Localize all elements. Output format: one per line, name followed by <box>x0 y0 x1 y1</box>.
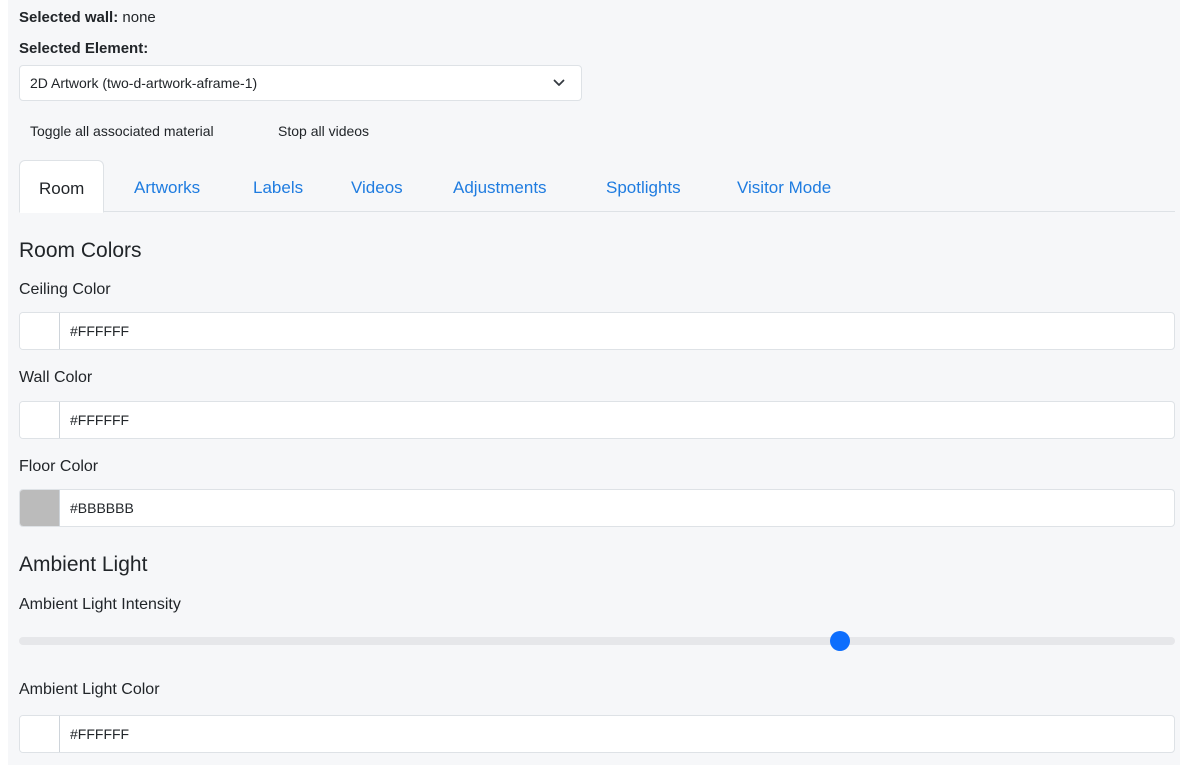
ambient-color-value[interactable]: #FFFFFF <box>70 716 129 752</box>
selected-wall-label: Selected wall: <box>19 9 119 26</box>
selected-element-label: Selected Element: <box>19 40 149 57</box>
ambient-light-heading: Ambient Light <box>19 553 148 576</box>
ceiling-color-value[interactable]: #FFFFFF <box>70 313 129 349</box>
selected-wall-info: Selected wall: none <box>19 8 156 28</box>
floor-color-value[interactable]: #BBBBBB <box>70 490 134 526</box>
wall-color-field: #FFFFFF <box>19 401 1175 439</box>
tab-room[interactable]: Room <box>19 160 105 213</box>
stop-videos-button[interactable]: Stop all videos <box>278 121 369 141</box>
tab-labels[interactable]: Labels <box>253 160 303 212</box>
ambient-color-swatch[interactable] <box>20 716 60 752</box>
selected-element-heading: Selected Element: <box>19 39 148 59</box>
ambient-intensity-slider[interactable] <box>19 631 1175 651</box>
tab-artworks[interactable]: Artworks <box>134 160 200 212</box>
tab-videos[interactable]: Videos <box>351 160 403 212</box>
selected-wall-value: none <box>122 9 156 26</box>
ambient-intensity-label: Ambient Light Intensity <box>19 596 181 613</box>
ambient-color-field: #FFFFFF <box>19 715 1175 753</box>
wall-color-swatch[interactable] <box>20 402 60 438</box>
selected-element-value: 2D Artwork (two-d-artwork-aframe-1) <box>30 75 258 91</box>
selected-element-select[interactable]: 2D Artwork (two-d-artwork-aframe-1) <box>19 65 582 101</box>
wall-color-label: Wall Color <box>19 369 93 386</box>
tab-adjustments[interactable]: Adjustments <box>453 160 547 212</box>
tab-spotlights[interactable]: Spotlights <box>606 160 681 212</box>
ceiling-color-swatch[interactable] <box>20 313 60 349</box>
ceiling-color-label: Ceiling Color <box>19 281 111 298</box>
ceiling-color-field: #FFFFFF <box>19 312 1175 350</box>
room-colors-heading: Room Colors <box>19 239 142 262</box>
wall-color-value[interactable]: #FFFFFF <box>70 402 129 438</box>
chevron-down-icon <box>553 79 565 86</box>
ambient-color-label: Ambient Light Color <box>19 681 160 698</box>
tab-visitor-mode[interactable]: Visitor Mode <box>737 160 831 212</box>
toggle-material-button[interactable]: Toggle all associated material <box>30 121 214 141</box>
floor-color-swatch[interactable] <box>20 490 60 526</box>
ambient-intensity-slider-thumb[interactable] <box>829 631 850 651</box>
floor-color-field: #BBBBBB <box>19 489 1175 527</box>
floor-color-label: Floor Color <box>19 458 99 475</box>
room-settings-panel: Selected wall: none Selected Element: 2D… <box>8 0 1180 765</box>
tab-bar: Room Artworks Labels Videos Adjustments … <box>19 160 1175 213</box>
